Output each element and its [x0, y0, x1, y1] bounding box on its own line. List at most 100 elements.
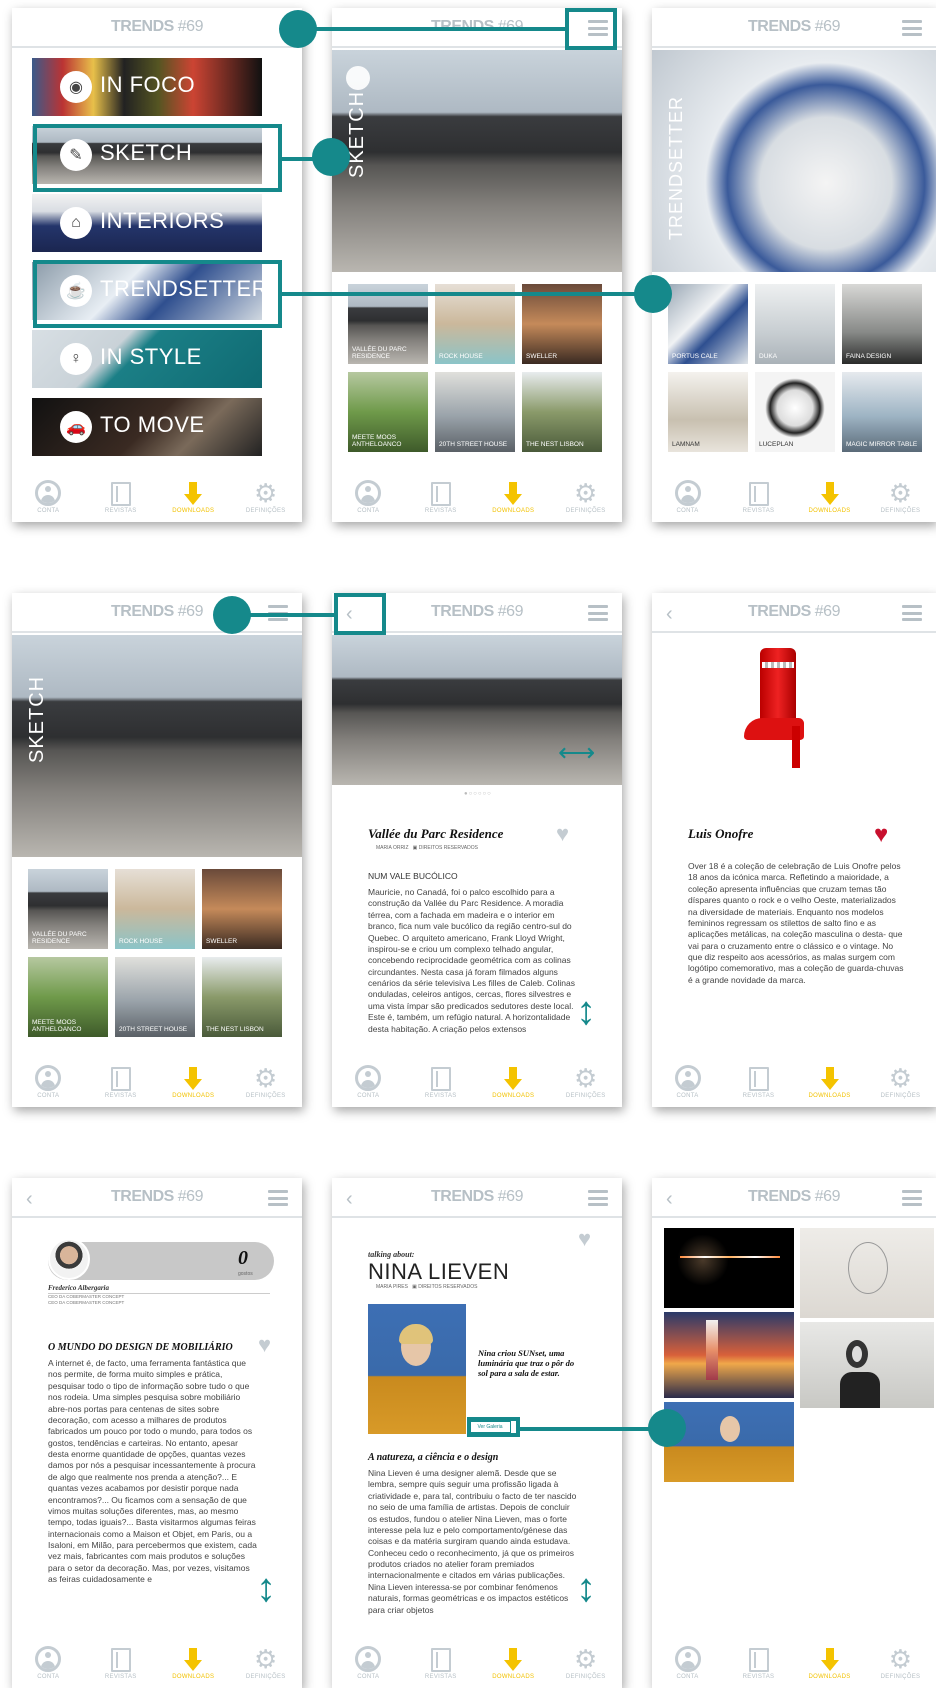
gallery-tile[interactable]: ROCK HOUSE: [115, 869, 195, 949]
portrait-image[interactable]: [368, 1304, 466, 1434]
download-icon: [184, 1648, 203, 1672]
gallery-tile[interactable]: PORTUS CALE: [668, 284, 748, 364]
nav-conta[interactable]: CONTA: [658, 478, 718, 514]
nav-downloads[interactable]: DOWNLOADS: [483, 478, 543, 514]
menu-item-to-move[interactable]: 🚗 TO MOVE: [32, 398, 262, 456]
nav-definicoes[interactable]: ⚙ DEFINIÇÕES: [556, 478, 616, 514]
brand-logo: TRENDS #69: [748, 603, 840, 620]
gallery-tile[interactable]: LUCEPLAN: [755, 372, 835, 452]
nav-conta[interactable]: CONTA: [18, 1063, 78, 1099]
nav-revistas[interactable]: REVISTAS: [729, 1063, 789, 1099]
nav-downloads[interactable]: DOWNLOADS: [483, 1644, 543, 1680]
annotation-box: [565, 8, 617, 50]
article-kicker: talking about:: [368, 1250, 415, 1259]
heart-icon[interactable]: ♥: [556, 823, 569, 845]
gallery-tile[interactable]: 20TH STREET HOUSE: [435, 372, 515, 452]
nav-definicoes[interactable]: ⚙ DEFINIÇÕES: [236, 1644, 296, 1680]
nav-definicoes[interactable]: ⚙ DEFINIÇÕES: [871, 1063, 931, 1099]
nav-definicoes[interactable]: ⚙ DEFINIÇÕES: [236, 1063, 296, 1099]
article-body: Nina Lieven é uma designer alemã. Desde …: [368, 1468, 577, 1615]
brand-logo: TRENDS #69: [748, 1188, 840, 1205]
bottom-nav: CONTA REVISTAS DOWNLOADS ⚙ DEFINIÇÕES: [652, 1059, 936, 1107]
gear-icon: ⚙: [253, 1644, 278, 1674]
nav-definicoes[interactable]: ⚙ DEFINIÇÕES: [236, 478, 296, 514]
article-body: Mauricie, no Canadá, foi o palco escolhi…: [368, 887, 575, 1034]
gallery-tile[interactable]: DUKA: [755, 284, 835, 364]
gear-icon: ⚙: [253, 478, 278, 508]
nav-revistas[interactable]: REVISTAS: [729, 478, 789, 514]
gallery-photo[interactable]: [664, 1312, 794, 1398]
bottom-nav: CONTA REVISTAS DOWNLOADS ⚙ DEFINIÇÕES: [652, 1640, 936, 1688]
nav-definicoes[interactable]: ⚙ DEFINIÇÕES: [556, 1644, 616, 1680]
gallery-tile[interactable]: SWELLER: [522, 284, 602, 364]
nav-conta[interactable]: CONTA: [658, 1644, 718, 1680]
heart-icon[interactable]: ♥: [874, 823, 888, 847]
gallery-tile[interactable]: VALLÉE DU PARC RESIDENCE: [28, 869, 108, 949]
menu-icon[interactable]: [902, 605, 922, 621]
gallery-tile[interactable]: MEETE MOOS ANTHELOANCO: [348, 372, 428, 452]
hero-image: [332, 50, 622, 272]
gallery-tile[interactable]: THE NEST LISBON: [202, 957, 282, 1037]
menu-item-interiors[interactable]: ⌂ INTERIORS: [32, 194, 262, 252]
nav-downloads[interactable]: DOWNLOADS: [163, 1644, 223, 1680]
gallery-tile[interactable]: FAINA DESIGN: [842, 284, 922, 364]
gallery-photo[interactable]: [664, 1228, 794, 1308]
nav-conta[interactable]: CONTA: [338, 1063, 398, 1099]
nav-conta[interactable]: CONTA: [338, 1644, 398, 1680]
menu-icon[interactable]: [268, 1190, 288, 1206]
gallery-tile[interactable]: MEETE MOOS ANTHELOANCO: [28, 957, 108, 1037]
nav-downloads[interactable]: DOWNLOADS: [163, 1063, 223, 1099]
menu-item-in-foco[interactable]: ◉ IN FOCO: [32, 58, 262, 116]
gallery-tile[interactable]: SWELLER: [202, 869, 282, 949]
nav-downloads[interactable]: DOWNLOADS: [483, 1063, 543, 1099]
nav-downloads[interactable]: DOWNLOADS: [800, 1063, 860, 1099]
menu-icon[interactable]: [588, 605, 608, 621]
annotation-line: [282, 292, 652, 296]
nav-conta[interactable]: CONTA: [338, 478, 398, 514]
red-boot-image[interactable]: [744, 648, 814, 768]
nav-revistas[interactable]: REVISTAS: [729, 1644, 789, 1680]
gallery-tile[interactable]: THE NEST LISBON: [522, 372, 602, 452]
nav-definicoes[interactable]: ⚙ DEFINIÇÕES: [871, 1644, 931, 1680]
magazine-icon: [748, 1067, 769, 1091]
avatar: [48, 1238, 90, 1280]
article-byline: MARIA ORRIZ ▣ DIREITOS RESERVADOS: [376, 845, 478, 851]
gallery-tile[interactable]: VALLÉE DU PARC RESIDENCE: [348, 284, 428, 364]
nav-revistas[interactable]: REVISTAS: [411, 1063, 471, 1099]
gallery-photo[interactable]: [800, 1228, 934, 1318]
menu-icon[interactable]: [902, 1190, 922, 1206]
download-icon: [820, 482, 839, 506]
nav-revistas[interactable]: REVISTAS: [411, 1644, 471, 1680]
gallery-photo[interactable]: [664, 1402, 794, 1482]
nav-revistas[interactable]: REVISTAS: [91, 1644, 151, 1680]
nav-conta[interactable]: CONTA: [18, 1644, 78, 1680]
heart-icon[interactable]: ♥: [258, 1334, 271, 1356]
likes-label: gostos: [238, 1271, 253, 1277]
nav-downloads[interactable]: DOWNLOADS: [800, 478, 860, 514]
nav-definicoes[interactable]: ⚙ DEFINIÇÕES: [556, 1063, 616, 1099]
nav-downloads[interactable]: DOWNLOADS: [163, 478, 223, 514]
nav-revistas[interactable]: REVISTAS: [91, 478, 151, 514]
menu-icon[interactable]: [588, 1190, 608, 1206]
nav-revistas[interactable]: REVISTAS: [411, 478, 471, 514]
nav-definicoes[interactable]: ⚙ DEFINIÇÕES: [871, 478, 931, 514]
nav-downloads[interactable]: DOWNLOADS: [800, 1644, 860, 1680]
menu-icon[interactable]: [902, 20, 922, 36]
menu-item-in-style[interactable]: ♀ IN STYLE: [32, 330, 262, 388]
nav-revistas[interactable]: REVISTAS: [91, 1063, 151, 1099]
gallery-tile[interactable]: MAGIC MIRROR TABLE: [842, 372, 922, 452]
gallery-photo[interactable]: [800, 1322, 934, 1408]
brand-logo: TRENDS #69: [111, 18, 203, 35]
nav-conta[interactable]: CONTA: [658, 1063, 718, 1099]
car-icon: 🚗: [60, 411, 92, 443]
gallery-tile[interactable]: LAMNAM: [668, 372, 748, 452]
gallery-tile[interactable]: 20TH STREET HOUSE: [115, 957, 195, 1037]
swipe-horizontal-icon: ⟷: [558, 737, 596, 767]
download-icon: [504, 1067, 523, 1091]
nav-conta[interactable]: CONTA: [18, 478, 78, 514]
magazine-icon: [110, 1648, 131, 1672]
gallery-tile[interactable]: ROCK HOUSE: [435, 284, 515, 364]
article-title: O MUNDO DO DESIGN DE MOBILIÁRIO: [48, 1342, 233, 1353]
heart-icon[interactable]: ♥: [578, 1228, 591, 1250]
carousel-dots[interactable]: ●○○○○○: [464, 791, 492, 797]
